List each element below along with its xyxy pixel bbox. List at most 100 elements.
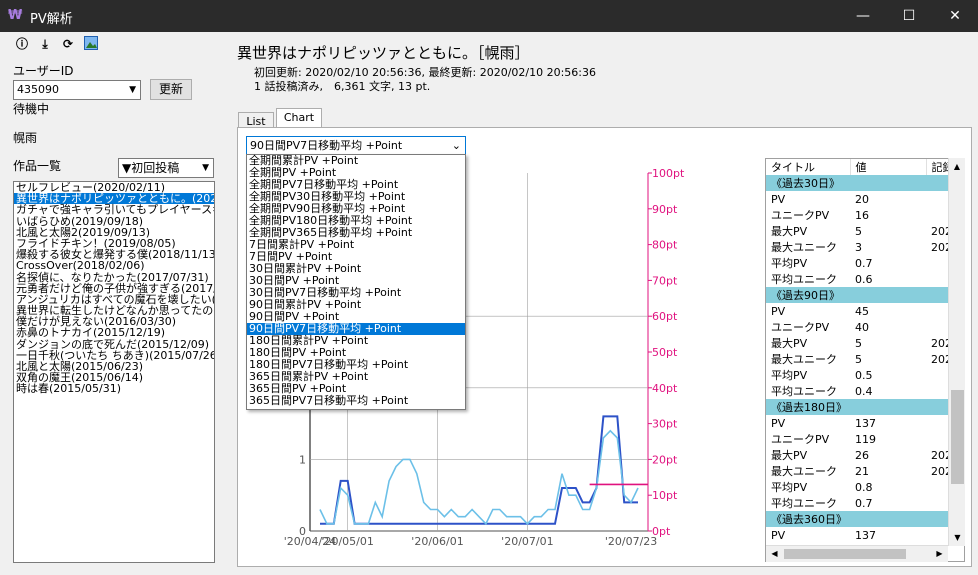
scroll-thumb-h[interactable] bbox=[784, 549, 906, 559]
table-cell-value: 0.6 bbox=[855, 272, 873, 286]
table-cell-label: 平均PV bbox=[771, 481, 808, 494]
table-cell-label: PV bbox=[771, 192, 786, 206]
table-cell-label: 平均PV bbox=[771, 369, 808, 382]
sort-combo[interactable]: ▼初回投稿 ▼ bbox=[118, 158, 214, 178]
tab-chart[interactable]: Chart bbox=[276, 108, 322, 128]
table-row[interactable]: PV 45 bbox=[766, 303, 964, 319]
chevron-down-icon: ⌄ bbox=[451, 139, 461, 152]
column-header-title[interactable]: タイトル bbox=[766, 159, 851, 175]
scroll-down-icon[interactable]: ▼ bbox=[949, 529, 966, 546]
section-row[interactable]: 《過去360日》 bbox=[766, 511, 964, 527]
update-button[interactable]: 更新 bbox=[150, 79, 192, 100]
table-cell-value: 0.7 bbox=[855, 256, 873, 270]
table-row[interactable]: 最大PV 26 2020 bbox=[766, 447, 964, 463]
table-row[interactable]: PV 137 bbox=[766, 527, 964, 543]
table-row[interactable]: 平均PV 0.7 bbox=[766, 255, 964, 271]
scroll-right-icon[interactable]: ▶ bbox=[931, 546, 948, 562]
scroll-left-icon[interactable]: ◀ bbox=[766, 546, 783, 562]
vertical-scrollbar[interactable]: ▲ ▼ bbox=[948, 158, 965, 546]
y-tick-label-right: 40pt bbox=[652, 382, 678, 395]
table-row[interactable]: 平均PV 0.5 bbox=[766, 367, 964, 383]
close-button[interactable]: ✕ bbox=[932, 0, 978, 32]
list-item[interactable]: 名探偵に、なりたかった(2017/07/31) bbox=[14, 271, 214, 282]
table-cell-label: 平均ユニーク bbox=[771, 385, 837, 398]
table-cell-label: 最大PV bbox=[771, 225, 808, 238]
chart-type-select[interactable]: 90日間PV7日移動平均 +Point ⌄ bbox=[246, 136, 466, 156]
section-row[interactable]: 《過去90日》 bbox=[766, 287, 964, 303]
dropdown-option[interactable]: 365日間PV7日移動平均 +Point bbox=[247, 395, 465, 407]
table-row[interactable]: 最大PV 5 2020 bbox=[766, 335, 964, 351]
section-row[interactable]: 《過去30日》 bbox=[766, 175, 964, 191]
table-cell-value: 0.4 bbox=[855, 384, 873, 398]
table-cell-value: 5 bbox=[855, 336, 862, 350]
list-item[interactable]: ガチャで強キャラ引いてもプレイヤースキルが bbox=[14, 204, 214, 215]
table-cell-label: 最大ユニーク bbox=[771, 241, 837, 254]
table-cell-value: 20 bbox=[855, 192, 869, 206]
table-cell-value: 137 bbox=[855, 528, 876, 542]
works-list[interactable]: セルフレビュー(2020/02/11)異世界はナポリピッツァとともに。(2020… bbox=[13, 181, 215, 563]
table-cell-label: 《過去30日》 bbox=[766, 175, 850, 191]
chart-type-value: 90日間PV7日移動平均 +Point bbox=[250, 139, 403, 152]
app-icon: ₩ bbox=[8, 8, 23, 23]
chart-type-dropdown[interactable]: 全期間累計PV +Point 全期間PV +Point 全期間PV7日移動平均 +P… bbox=[246, 154, 466, 410]
table-cell-value: 5 bbox=[855, 352, 862, 366]
y-tick-label-right: 70pt bbox=[652, 274, 678, 287]
table-row[interactable]: 最大ユニーク 3 2020 bbox=[766, 239, 964, 255]
y-tick-label-right: 80pt bbox=[652, 239, 678, 252]
list-item[interactable]: 赤鼻のトナカイ(2015/12/19) bbox=[14, 327, 214, 338]
download-icon[interactable]: ⤓ bbox=[37, 36, 53, 52]
table-row[interactable]: PV 20 bbox=[766, 191, 964, 207]
y-tick-label-right: 50pt bbox=[652, 346, 678, 359]
table-row[interactable]: 最大ユニーク 21 2020 bbox=[766, 463, 964, 479]
x-tick-label: '20/07/01 bbox=[501, 535, 553, 548]
window-title: PV解析 bbox=[30, 12, 73, 27]
table-row[interactable]: ユニークPV 16 bbox=[766, 207, 964, 223]
work-stats: 1 話投稿済み, 6,361 文字, 13 pt. bbox=[254, 80, 431, 93]
horizontal-scrollbar[interactable]: ◀ ▶ bbox=[766, 545, 948, 562]
table-cell-value: 0.5 bbox=[855, 368, 873, 382]
list-item[interactable]: 時は春(2015/05/31) bbox=[14, 383, 214, 394]
scroll-up-icon[interactable]: ▲ bbox=[949, 158, 965, 175]
refresh-icon[interactable]: ⟳ bbox=[60, 36, 76, 52]
table-row[interactable]: 平均PV 0.8 bbox=[766, 479, 964, 495]
table-cell-label: 最大PV bbox=[771, 449, 808, 462]
image-icon[interactable] bbox=[83, 36, 99, 52]
work-title: 異世界はナポリピッツァとともに。［幌雨］ bbox=[237, 44, 530, 62]
table-cell-label: 《過去90日》 bbox=[766, 287, 850, 303]
table-cell-label: ユニークPV bbox=[771, 433, 830, 446]
table-cell-value: 5 bbox=[855, 224, 862, 238]
table-row[interactable]: 平均ユニーク 0.4 bbox=[766, 383, 964, 399]
info-icon[interactable]: ⓘ bbox=[14, 36, 30, 52]
x-tick-label: '20/05/01 bbox=[321, 535, 373, 548]
list-item[interactable]: CrossOver(2018/02/06) bbox=[14, 260, 214, 271]
table-row[interactable]: ユニークPV 40 bbox=[766, 319, 964, 335]
table-cell-value: 137 bbox=[855, 416, 876, 430]
table-row[interactable]: PV 137 bbox=[766, 415, 964, 431]
table-cell-label: PV bbox=[771, 416, 786, 430]
table-row[interactable]: 最大ユニーク 5 2020 bbox=[766, 351, 964, 367]
table-row[interactable]: ユニークPV 119 bbox=[766, 431, 964, 447]
chevron-down-icon: ▼ bbox=[202, 163, 209, 173]
table-cell-value: 26 bbox=[855, 448, 869, 462]
section-row[interactable]: 《過去180日》 bbox=[766, 399, 964, 415]
stats-grid: タイトル 値 記録 《過去30日》 PV 20 ユニークPV 16 最大PV 5 2020 最大… bbox=[765, 158, 965, 562]
minimize-button[interactable]: — bbox=[840, 0, 886, 32]
chevron-down-icon: ▼ bbox=[129, 85, 136, 95]
works-label: 作品一覧 bbox=[13, 159, 62, 173]
user-id-combo[interactable]: 435090 ▼ bbox=[13, 80, 141, 100]
table-row[interactable]: 平均ユニーク 0.6 bbox=[766, 271, 964, 287]
user-id-label: ユーザーID bbox=[13, 64, 74, 78]
y-tick-label-right: 90pt bbox=[652, 203, 678, 216]
table-cell-value: 21 bbox=[855, 464, 869, 478]
y-tick-label-right: 10pt bbox=[652, 489, 678, 502]
scroll-thumb[interactable] bbox=[951, 390, 964, 484]
table-cell-label: 《過去360日》 bbox=[766, 511, 850, 527]
column-header-value[interactable]: 値 bbox=[850, 159, 927, 175]
maximize-button[interactable]: ☐ bbox=[886, 0, 932, 32]
table-row[interactable]: 平均ユニーク 0.7 bbox=[766, 495, 964, 511]
table-row[interactable]: 最大PV 5 2020 bbox=[766, 223, 964, 239]
table-cell-value: 0.8 bbox=[855, 480, 873, 494]
table-cell-label: 平均ユニーク bbox=[771, 273, 837, 286]
status-text: 待機中 bbox=[13, 102, 50, 116]
table-cell-value: 45 bbox=[855, 304, 869, 318]
